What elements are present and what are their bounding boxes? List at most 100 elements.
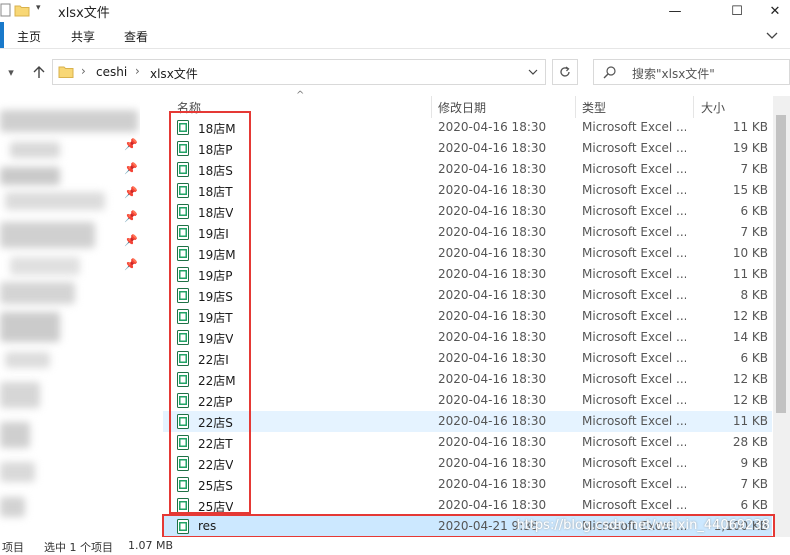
- file-type: Microsoft Excel ...: [582, 435, 686, 449]
- excel-file-icon: [177, 372, 189, 387]
- file-row[interactable]: 19店T 2020-04-16 18:30 Microsoft Excel ... 1…: [163, 306, 772, 327]
- file-name: 19店V: [198, 332, 234, 346]
- minimize-button[interactable]: —: [652, 0, 698, 22]
- breadcrumb-separator-icon[interactable]: ›: [135, 64, 140, 78]
- file-type: Microsoft Excel ...: [582, 288, 686, 302]
- recent-locations-icon[interactable]: ▾: [0, 61, 22, 83]
- file-list: 18店M 2020-04-16 18:30 Microsoft Excel ... 1…: [163, 117, 773, 537]
- file-date: 2020-04-16 18:30: [438, 162, 547, 176]
- watermark: https://blog.csdn.net/weixin_44069238: [516, 518, 770, 533]
- file-type: Microsoft Excel ...: [582, 414, 686, 428]
- excel-file-icon: [177, 120, 189, 135]
- search-input[interactable]: 搜索"xlsx文件": [593, 59, 790, 85]
- file-type: Microsoft Excel ...: [582, 183, 686, 197]
- file-name: 22店V: [198, 458, 234, 472]
- file-date: 2020-04-16 18:30: [438, 120, 547, 134]
- file-type: Microsoft Excel ...: [582, 225, 686, 239]
- address-bar[interactable]: › ceshi › xlsx文件: [52, 59, 546, 85]
- refresh-icon: [560, 66, 570, 77]
- pin-icon[interactable]: 📌: [124, 138, 138, 151]
- file-row[interactable]: 22店P 2020-04-16 18:30 Microsoft Excel ... 1…: [163, 390, 772, 411]
- file-type: Microsoft Excel ...: [582, 309, 686, 323]
- file-size: 12 KB: [732, 393, 768, 407]
- file-size: 28 KB: [732, 435, 768, 449]
- scroll-thumb[interactable]: [776, 115, 786, 413]
- excel-file-icon: [177, 519, 189, 534]
- file-size: 9 KB: [740, 456, 768, 470]
- file-row[interactable]: 22店V 2020-04-16 18:30 Microsoft Excel ... 9…: [163, 453, 772, 474]
- file-row[interactable]: 18店V 2020-04-16 18:30 Microsoft Excel ... 6…: [163, 201, 772, 222]
- file-size: 6 KB: [740, 204, 768, 218]
- close-button[interactable]: ✕: [760, 0, 790, 22]
- file-date: 2020-04-16 18:30: [438, 225, 547, 239]
- ribbon-tabs: 主页 共享 查看: [0, 22, 790, 49]
- breadcrumb-separator-icon[interactable]: ›: [81, 64, 86, 78]
- file-row[interactable]: 25店S 2020-04-16 18:30 Microsoft Excel ... 7…: [163, 474, 772, 495]
- address-row: ▾ › ceshi › xlsx文件 搜索"xlsx文件": [0, 57, 790, 87]
- file-row[interactable]: 18店T 2020-04-16 18:30 Microsoft Excel ... 1…: [163, 180, 772, 201]
- breadcrumb-ceshi[interactable]: ceshi: [96, 65, 127, 79]
- file-row[interactable]: 22店M 2020-04-16 18:30 Microsoft Excel ... 1…: [163, 369, 772, 390]
- refresh-button[interactable]: [552, 59, 578, 85]
- column-name[interactable]: 名称: [177, 99, 201, 116]
- file-row[interactable]: 19店S 2020-04-16 18:30 Microsoft Excel ... 8…: [163, 285, 772, 306]
- file-size: 7 KB: [740, 162, 768, 176]
- excel-file-icon: [177, 477, 189, 492]
- pin-icon[interactable]: 📌: [124, 210, 138, 223]
- file-size: 7 KB: [740, 225, 768, 239]
- tab-home[interactable]: 主页: [17, 28, 41, 45]
- file-row[interactable]: 22店I 2020-04-16 18:30 Microsoft Excel ... 6…: [163, 348, 772, 369]
- file-type: Microsoft Excel ...: [582, 204, 686, 218]
- file-name: 19店T: [198, 311, 233, 325]
- chevron-down-icon[interactable]: [528, 69, 538, 76]
- file-type: Microsoft Excel ...: [582, 120, 686, 134]
- file-type: Microsoft Excel ...: [582, 267, 686, 281]
- file-row[interactable]: 19店M 2020-04-16 18:30 Microsoft Excel ... 1…: [163, 243, 772, 264]
- file-row[interactable]: 19店I 2020-04-16 18:30 Microsoft Excel ... 7…: [163, 222, 772, 243]
- file-date: 2020-04-16 18:30: [438, 183, 547, 197]
- file-type: Microsoft Excel ...: [582, 351, 686, 365]
- file-row[interactable]: 18店S 2020-04-16 18:30 Microsoft Excel ... 7…: [163, 159, 772, 180]
- pin-icon[interactable]: 📌: [124, 258, 138, 271]
- file-name: 22店T: [198, 437, 233, 451]
- column-date[interactable]: 修改日期: [438, 99, 486, 116]
- file-date: 2020-04-16 18:30: [438, 246, 547, 260]
- file-name: 22店M: [198, 374, 236, 388]
- file-name: 25店S: [198, 479, 233, 493]
- pin-icon[interactable]: 📌: [124, 162, 138, 175]
- chevron-down-icon[interactable]: [766, 30, 778, 40]
- file-row[interactable]: 19店P 2020-04-16 18:30 Microsoft Excel ... 1…: [163, 264, 772, 285]
- file-date: 2020-04-16 18:30: [438, 414, 547, 428]
- quick-access-dropdown-icon[interactable]: ▾: [36, 3, 41, 13]
- sort-up-icon: ^: [296, 90, 305, 101]
- file-row[interactable]: 25店V 2020-04-16 18:30 Microsoft Excel ... 6…: [163, 495, 772, 516]
- file-type: Microsoft Excel ...: [582, 498, 686, 512]
- maximize-button[interactable]: ☐: [714, 0, 760, 22]
- file-type: Microsoft Excel ...: [582, 330, 686, 344]
- file-date: 2020-04-16 18:30: [438, 393, 547, 407]
- pin-icon[interactable]: 📌: [124, 234, 138, 247]
- column-type[interactable]: 类型: [582, 99, 606, 116]
- pin-icon[interactable]: 📌: [124, 186, 138, 199]
- file-row[interactable]: 22店S 2020-04-16 18:30 Microsoft Excel ... 1…: [163, 411, 772, 432]
- breadcrumb-xlsx[interactable]: xlsx文件: [150, 65, 198, 82]
- navigation-pane[interactable]: 📌 📌 📌 📌 📌 📌: [0, 92, 140, 537]
- file-row[interactable]: 18店M 2020-04-16 18:30 Microsoft Excel ... 1…: [163, 117, 772, 138]
- file-date: 2020-04-16 18:30: [438, 204, 547, 218]
- document-icon[interactable]: [0, 3, 12, 17]
- file-size: 11 KB: [732, 120, 768, 134]
- file-row[interactable]: 18店P 2020-04-16 18:30 Microsoft Excel ... 1…: [163, 138, 772, 159]
- file-name: 18店M: [198, 122, 236, 136]
- file-name: 19店S: [198, 290, 233, 304]
- up-arrow-icon[interactable]: [28, 61, 50, 83]
- file-row[interactable]: 19店V 2020-04-16 18:30 Microsoft Excel ... 1…: [163, 327, 772, 348]
- file-tab-edge[interactable]: [0, 22, 4, 48]
- tab-share[interactable]: 共享: [71, 28, 95, 45]
- tab-view[interactable]: 查看: [124, 28, 148, 45]
- column-size[interactable]: 大小: [701, 99, 725, 116]
- file-type: Microsoft Excel ...: [582, 162, 686, 176]
- excel-file-icon: [177, 414, 189, 429]
- title-bar: ▾ xlsx文件 — ☐ ✕: [0, 0, 790, 22]
- status-size: 1.07 MB: [128, 539, 174, 552]
- file-row[interactable]: 22店T 2020-04-16 18:30 Microsoft Excel ... 2…: [163, 432, 772, 453]
